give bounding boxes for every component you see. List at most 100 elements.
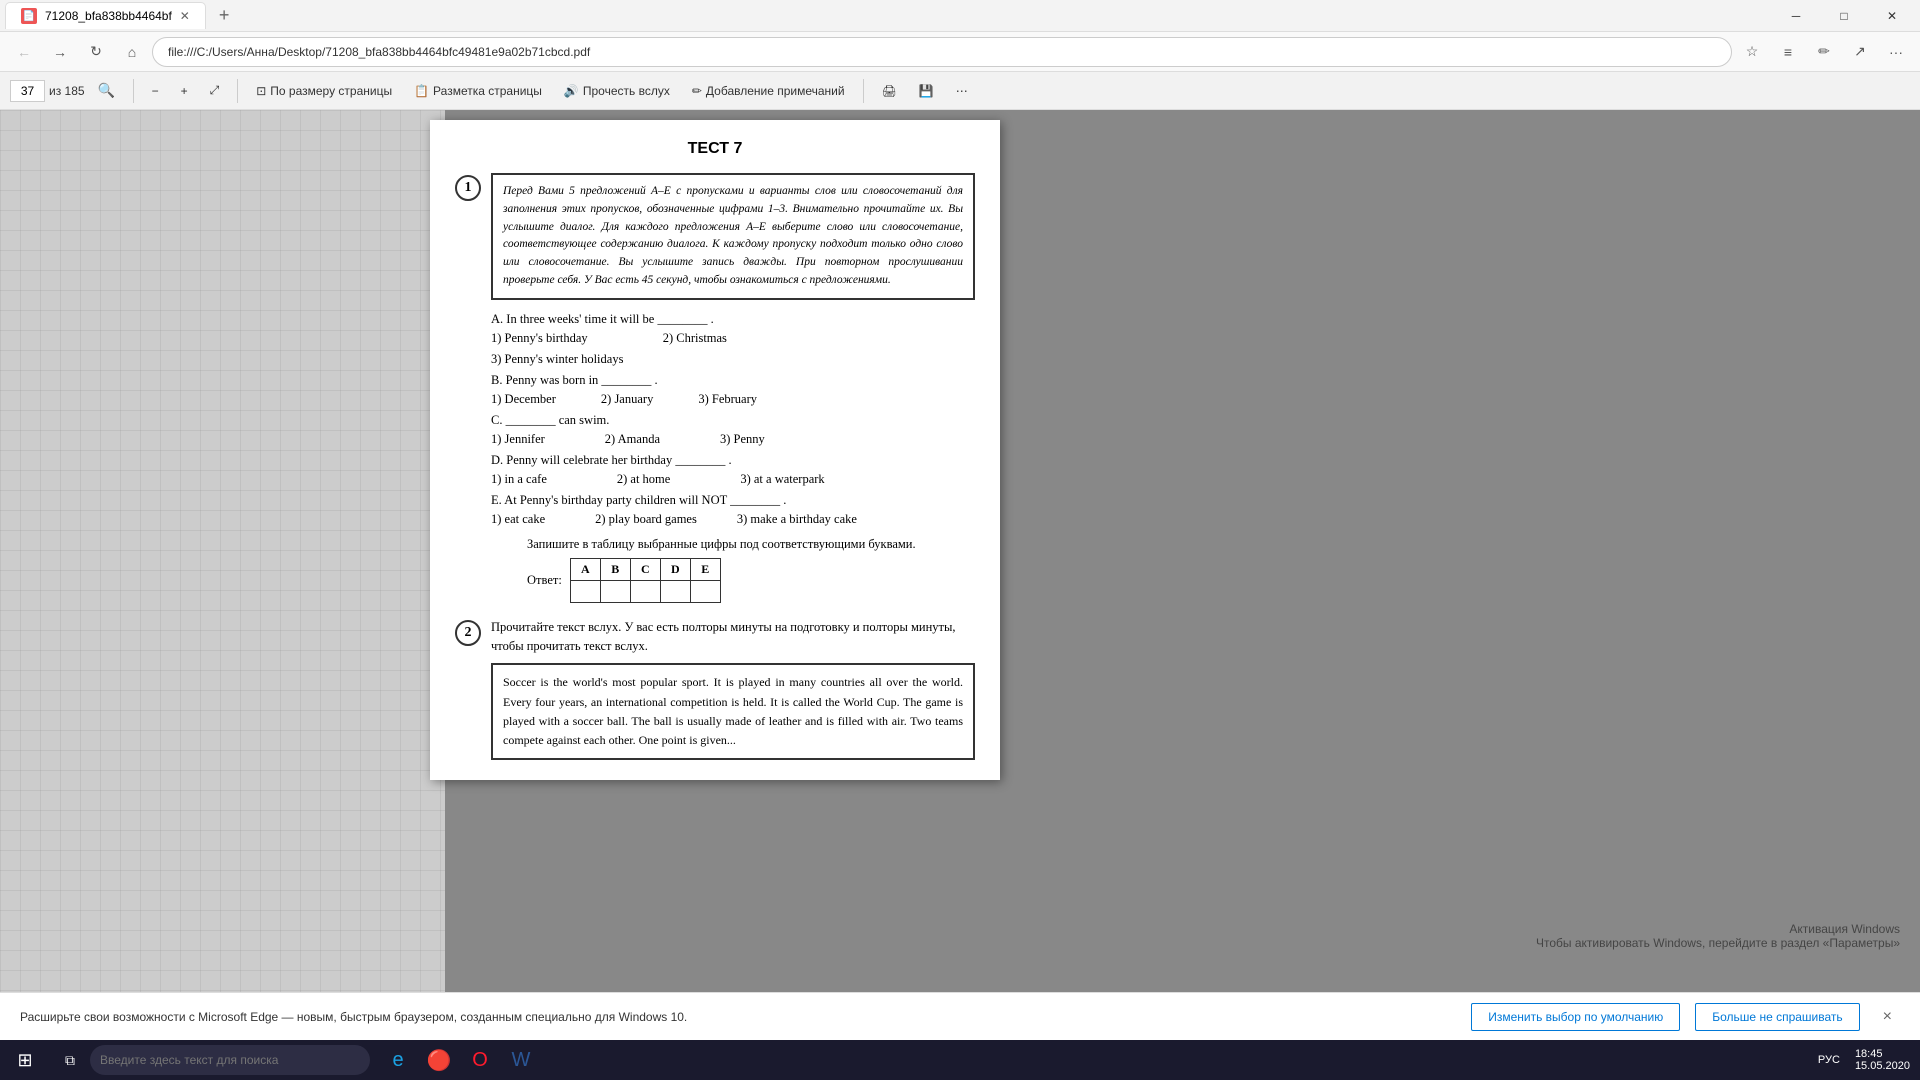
- zoom-in-btn[interactable]: +: [173, 81, 196, 101]
- share-btn[interactable]: ↗: [1844, 36, 1876, 68]
- tab-close-btn[interactable]: ✕: [180, 9, 190, 23]
- more-btn[interactable]: ⋯: [948, 81, 976, 101]
- task2-instruction: Прочитайте текст вслух. У вас есть полто…: [491, 618, 975, 656]
- taskbar-word-icon[interactable]: W: [503, 1042, 539, 1078]
- col-d: D: [660, 558, 690, 580]
- notes-icon: ✏: [692, 84, 702, 98]
- option-e3: 3) make a birthday cake: [737, 512, 857, 527]
- content-area: ТЕСТ 7 1 Перед Вами 5 предложений А–Е с …: [0, 110, 1920, 1040]
- menu-btn[interactable]: ···: [1880, 36, 1912, 68]
- question-a-options: 1) Penny's birthday 2) Christmas: [491, 331, 975, 346]
- option-b1: 1) December: [491, 392, 556, 407]
- soccer-text: Soccer is the world's most popular sport…: [503, 675, 963, 747]
- window-controls: ─ □ ✕: [1773, 0, 1915, 32]
- nav-bar: ← → ↻ ⌂ ☆ ≡ ✏ ↗ ···: [0, 32, 1920, 72]
- notes-btn[interactable]: ✏: [1808, 36, 1840, 68]
- refresh-btn[interactable]: ↻: [80, 36, 112, 68]
- option-b2: 2) January: [601, 392, 653, 407]
- taskbar-date: 15.05.2020: [1855, 1060, 1910, 1072]
- pdf-page: ТЕСТ 7 1 Перед Вами 5 предложений А–Е с …: [430, 120, 1000, 780]
- answer-d[interactable]: [660, 580, 690, 602]
- test-title: ТЕСТ 7: [455, 140, 975, 158]
- read-aloud-btn[interactable]: 🔊 Прочесть вслух: [556, 81, 678, 101]
- nav-right-icons: ☆ ≡ ✏ ↗ ···: [1736, 36, 1912, 68]
- taskbar-time: 18:45: [1855, 1048, 1910, 1060]
- zoom-out-btn[interactable]: −: [144, 81, 167, 101]
- task-view-btn[interactable]: ⧉: [54, 1044, 86, 1076]
- activation-line2: Чтобы активировать Windows, перейдите в …: [1536, 936, 1900, 950]
- total-pages-label: из 185: [49, 84, 85, 98]
- option-d2: 2) at home: [617, 472, 670, 487]
- activation-line1: Активация Windows: [1536, 922, 1900, 936]
- fit-page-icon: ⊡: [256, 84, 266, 98]
- task2-number: 2: [455, 620, 481, 646]
- col-b: B: [600, 558, 630, 580]
- forward-btn[interactable]: →: [44, 36, 76, 68]
- add-notes-btn[interactable]: ✏ Добавление примечаний: [684, 81, 853, 101]
- col-c: C: [630, 558, 660, 580]
- taskbar: ⊞ ⧉ e 🔴 O W РУС 18:45 15.05.2020: [0, 1040, 1920, 1080]
- favorites-btn[interactable]: ☆: [1736, 36, 1768, 68]
- question-a-stem: A. In three weeks' time it will be _____…: [491, 312, 975, 327]
- tab-area: 📄 71208_bfa838bb4464bf ✕ +: [5, 2, 1773, 29]
- taskbar-opera-icon[interactable]: O: [462, 1042, 498, 1078]
- question-e-stem: E. At Penny's birthday party children wi…: [491, 493, 975, 508]
- tab-title: 71208_bfa838bb4464bf: [45, 9, 172, 23]
- browser-tab[interactable]: 📄 71208_bfa838bb4464bf ✕: [5, 2, 206, 29]
- notification-bar: Расширьте свои возможности с Microsoft E…: [0, 992, 1920, 1040]
- title-bar: 📄 71208_bfa838bb4464bf ✕ + ─ □ ✕: [0, 0, 1920, 32]
- answer-e[interactable]: [690, 580, 720, 602]
- question-c-stem: C. ________ can swim.: [491, 413, 975, 428]
- task1-block: 1 Перед Вами 5 предложений А–Е с пропуск…: [455, 173, 975, 300]
- taskbar-ie-icon[interactable]: e: [380, 1042, 416, 1078]
- activation-notice: Активация Windows Чтобы активировать Win…: [1536, 922, 1900, 950]
- minimize-btn[interactable]: ─: [1773, 0, 1819, 32]
- grid-panel: [0, 110, 445, 1040]
- search-pdf-btn[interactable]: 🔍: [91, 75, 123, 107]
- address-bar[interactable]: [152, 37, 1732, 67]
- taskbar-search[interactable]: [90, 1045, 370, 1075]
- fit-page-btn[interactable]: ⊡ По размеру страницы: [248, 81, 400, 101]
- answer-c[interactable]: [630, 580, 660, 602]
- taskbar-edge-icon[interactable]: 🔴: [421, 1042, 457, 1078]
- browser-window: 📄 71208_bfa838bb4464bf ✕ + ─ □ ✕ ← → ↻ ⌂…: [0, 0, 1920, 1040]
- save-btn[interactable]: 💾: [911, 81, 942, 101]
- option-e1: 1) eat cake: [491, 512, 545, 527]
- option-c1: 1) Jennifer: [491, 432, 545, 447]
- notification-close-btn[interactable]: ×: [1875, 1004, 1900, 1030]
- answer-b[interactable]: [600, 580, 630, 602]
- page-controls: из 185: [10, 80, 85, 102]
- start-btn[interactable]: ⊞: [0, 1040, 50, 1080]
- task1-number: 1: [455, 175, 481, 201]
- pdf-toolbar: из 185 🔍 − + ⤢ ⊡ По размеру страницы 📋 Р…: [0, 72, 1920, 110]
- question-b-stem: B. Penny was born in ________ .: [491, 373, 975, 388]
- task2-block: 2 Прочитайте текст вслух. У вас есть пол…: [455, 618, 975, 656]
- question-e-options: 1) eat cake 2) play board games 3) make …: [491, 512, 975, 527]
- dont-ask-btn[interactable]: Больше не спрашивать: [1695, 1003, 1859, 1031]
- maximize-btn[interactable]: □: [1821, 0, 1867, 32]
- change-default-btn[interactable]: Изменить выбор по умолчанию: [1471, 1003, 1680, 1031]
- question-d-options: 1) in a cafe 2) at home 3) at a waterpar…: [491, 472, 975, 487]
- fit-width-btn[interactable]: ⤢: [202, 80, 228, 101]
- new-tab-btn[interactable]: +: [211, 5, 238, 26]
- grid-svg: [0, 110, 445, 1040]
- col-e: E: [690, 558, 720, 580]
- notification-text: Расширьте свои возможности с Microsoft E…: [20, 1010, 1456, 1024]
- option-a3: 3) Penny's winter holidays: [491, 352, 623, 367]
- answer-instruction: Запишите в таблицу выбранные цифры под с…: [527, 537, 975, 552]
- page-number-input[interactable]: [10, 80, 45, 102]
- option-a2: 2) Christmas: [663, 331, 727, 346]
- hub-btn[interactable]: ≡: [1772, 36, 1804, 68]
- taskbar-lang: РУС: [1818, 1054, 1840, 1066]
- task1-instruction: Перед Вами 5 предложений А–Е с пропускам…: [491, 173, 975, 300]
- answer-a[interactable]: [570, 580, 600, 602]
- markup-btn[interactable]: 📋 Разметка страницы: [406, 81, 550, 101]
- close-btn[interactable]: ✕: [1869, 0, 1915, 32]
- separator-3: [863, 79, 864, 103]
- separator-1: [133, 79, 134, 103]
- back-btn[interactable]: ←: [8, 36, 40, 68]
- print-btn[interactable]: 🖨: [874, 81, 905, 101]
- home-btn[interactable]: ⌂: [116, 36, 148, 68]
- taskbar-datetime: 18:45 15.05.2020: [1855, 1048, 1910, 1072]
- taskbar-icons: e 🔴 O W: [380, 1042, 539, 1078]
